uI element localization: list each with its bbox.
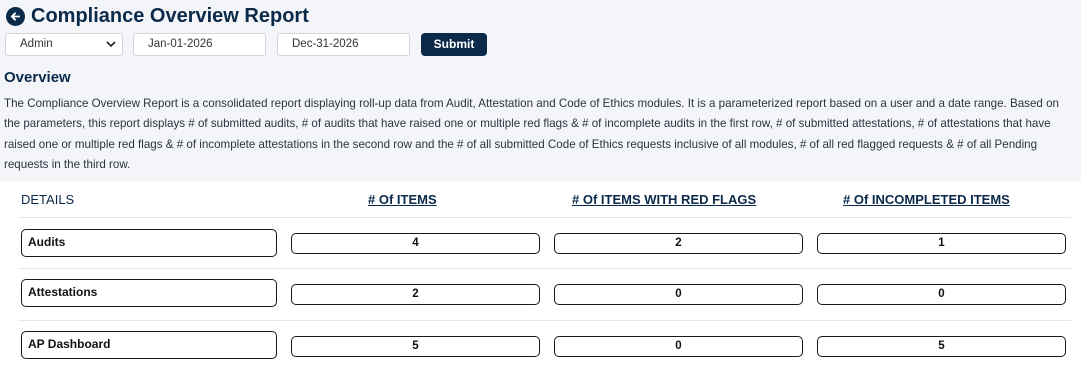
- user-select[interactable]: Admin: [5, 33, 123, 56]
- start-date-input[interactable]: Jan-01-2026: [133, 33, 266, 56]
- column-header-items[interactable]: # Of ITEMS: [368, 192, 437, 207]
- row-label-audits: Audits: [21, 229, 277, 257]
- row-label-attestations: Attestations: [21, 279, 277, 307]
- submit-button[interactable]: Submit: [421, 33, 487, 56]
- ap-dashboard-items-value[interactable]: 5: [291, 336, 540, 357]
- attestations-incompleted-value[interactable]: 0: [817, 284, 1066, 305]
- row-label-ap-dashboard: AP Dashboard: [21, 331, 277, 359]
- overview-heading: Overview: [4, 69, 71, 86]
- attestations-items-value[interactable]: 2: [291, 284, 540, 305]
- overview-description: The Compliance Overview Report is a cons…: [4, 97, 1059, 171]
- report-header-panel: Compliance Overview Report Admin Jan-01-…: [0, 0, 1081, 181]
- start-date-value: Jan-01-2026: [148, 38, 213, 50]
- page-title: Compliance Overview Report: [31, 5, 309, 27]
- ap-dashboard-red-flags-value[interactable]: 0: [554, 336, 803, 357]
- column-header-incompleted[interactable]: # Of INCOMPLETED ITEMS: [843, 192, 1010, 207]
- row-divider: [18, 268, 1071, 269]
- user-select-value: Admin: [20, 38, 53, 50]
- ap-dashboard-incompleted-value[interactable]: 5: [817, 336, 1066, 357]
- column-header-red-flags[interactable]: # Of ITEMS WITH RED FLAGS: [572, 192, 756, 207]
- end-date-value: Dec-31-2026: [292, 38, 359, 50]
- attestations-red-flags-value[interactable]: 0: [554, 284, 803, 305]
- back-arrow-icon[interactable]: [6, 6, 25, 26]
- row-divider: [18, 217, 1071, 218]
- title-row: Compliance Overview Report: [6, 4, 309, 28]
- row-divider: [18, 320, 1071, 321]
- audits-red-flags-value[interactable]: 2: [554, 233, 803, 254]
- audits-items-value[interactable]: 4: [291, 233, 540, 254]
- end-date-input[interactable]: Dec-31-2026: [277, 33, 410, 56]
- column-header-details: DETAILS: [21, 192, 75, 207]
- chevron-down-icon: [106, 41, 116, 48]
- audits-incompleted-value[interactable]: 1: [817, 233, 1066, 254]
